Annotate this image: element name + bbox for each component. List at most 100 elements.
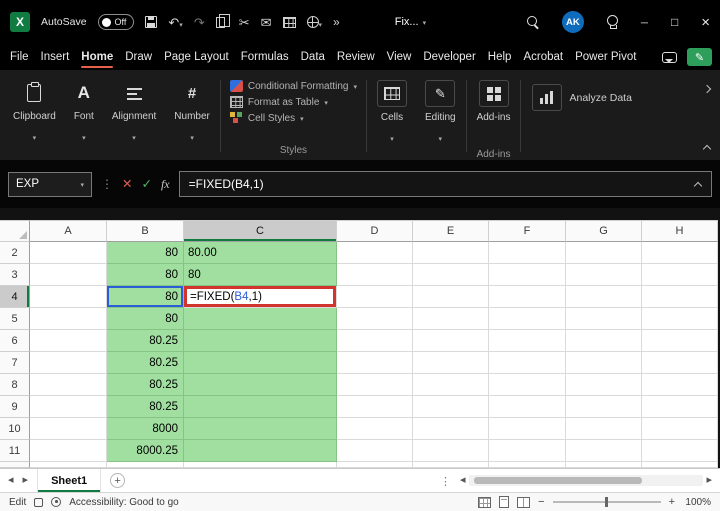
row-header[interactable]: 5 xyxy=(0,308,30,330)
share-button[interactable] xyxy=(687,48,712,66)
expand-formula-bar-icon[interactable] xyxy=(694,182,702,190)
globe-button[interactable] xyxy=(307,16,323,29)
cell[interactable] xyxy=(184,308,337,330)
tab-bar-handle-icon[interactable] xyxy=(440,472,451,490)
row-header[interactable]: 4 xyxy=(0,286,30,308)
more-commands-icon[interactable] xyxy=(333,16,340,28)
document-title[interactable]: Fix... xyxy=(395,16,426,28)
cell[interactable] xyxy=(184,352,337,374)
active-edit-cell-c4[interactable]: =FIXED(B4,1) xyxy=(184,286,337,308)
cell[interactable] xyxy=(30,396,107,418)
row-header[interactable]: 3 xyxy=(0,264,30,286)
tab-insert[interactable]: Insert xyxy=(35,44,76,70)
cell[interactable] xyxy=(642,242,718,264)
horizontal-scrollbar[interactable] xyxy=(460,475,712,486)
tab-review[interactable]: Review xyxy=(331,44,381,70)
cell[interactable]: 80.00 xyxy=(184,242,337,264)
cell[interactable] xyxy=(413,286,489,308)
column-header-d[interactable]: D xyxy=(337,220,413,242)
tab-view[interactable]: View xyxy=(381,44,418,70)
cell[interactable] xyxy=(30,418,107,440)
lightbulb-icon[interactable] xyxy=(607,15,618,29)
tab-data[interactable]: Data xyxy=(295,44,331,70)
column-header-a[interactable]: A xyxy=(30,220,107,242)
cell[interactable] xyxy=(184,330,337,352)
sheet-nav-right-icon[interactable] xyxy=(23,475,29,486)
cell[interactable] xyxy=(413,396,489,418)
cell[interactable] xyxy=(413,352,489,374)
tab-file[interactable]: File xyxy=(4,44,35,70)
tab-page-layout[interactable]: Page Layout xyxy=(158,44,235,70)
row-header[interactable]: 7 xyxy=(0,352,30,374)
tab-home[interactable]: Home xyxy=(75,44,119,70)
cell[interactable] xyxy=(30,440,107,462)
column-header-f[interactable]: F xyxy=(489,220,566,242)
cell[interactable] xyxy=(642,440,718,462)
cell[interactable] xyxy=(566,374,642,396)
cell[interactable] xyxy=(566,396,642,418)
sheet-tab[interactable]: Sheet1 xyxy=(37,469,101,492)
macro-record-icon[interactable] xyxy=(34,498,43,507)
ribbon-group-addins[interactable]: Add-ins Add-ins xyxy=(468,72,520,160)
mail-icon[interactable] xyxy=(261,16,272,29)
scroll-left-icon[interactable] xyxy=(460,475,466,486)
row-header[interactable]: 9 xyxy=(0,396,30,418)
referenced-cell-b4[interactable]: 80 xyxy=(107,286,184,308)
cell[interactable] xyxy=(413,242,489,264)
cell[interactable] xyxy=(642,374,718,396)
cell[interactable] xyxy=(30,330,107,352)
cell[interactable] xyxy=(489,396,566,418)
cell[interactable] xyxy=(489,242,566,264)
cell[interactable] xyxy=(642,264,718,286)
row-header[interactable]: 10 xyxy=(0,418,30,440)
ribbon-scroll-right-icon[interactable] xyxy=(703,85,711,93)
cancel-button[interactable]: ✕ xyxy=(122,178,132,191)
cell[interactable] xyxy=(30,308,107,330)
zoom-level[interactable]: 100% xyxy=(683,497,711,508)
name-box[interactable]: EXP xyxy=(8,172,92,197)
cell[interactable] xyxy=(337,242,413,264)
cell[interactable] xyxy=(642,418,718,440)
formula-input[interactable]: =FIXED(B4,1) xyxy=(179,171,712,197)
cell[interactable] xyxy=(184,374,337,396)
cell[interactable] xyxy=(566,264,642,286)
cell-styles-button[interactable]: Cell Styles xyxy=(230,112,304,124)
cell[interactable] xyxy=(184,418,337,440)
cut-icon[interactable] xyxy=(239,16,250,29)
cell[interactable]: 80.25 xyxy=(107,396,184,418)
cell[interactable] xyxy=(337,374,413,396)
column-header-h[interactable]: H xyxy=(642,220,718,242)
zoom-slider[interactable] xyxy=(553,501,661,503)
cell[interactable] xyxy=(489,308,566,330)
insert-function-button[interactable]: fx xyxy=(161,177,170,192)
row-header[interactable]: 8 xyxy=(0,374,30,396)
cell[interactable] xyxy=(413,330,489,352)
tab-formulas[interactable]: Formulas xyxy=(235,44,295,70)
minimize-button[interactable] xyxy=(641,16,648,29)
column-header-g[interactable]: G xyxy=(566,220,642,242)
tab-help[interactable]: Help xyxy=(482,44,518,70)
cell[interactable] xyxy=(413,264,489,286)
row-header[interactable]: 2 xyxy=(0,242,30,264)
cell[interactable]: 80.25 xyxy=(107,330,184,352)
conditional-formatting-button[interactable]: Conditional Formatting xyxy=(230,80,357,92)
cell[interactable] xyxy=(642,308,718,330)
page-break-view-icon[interactable] xyxy=(517,497,530,508)
ribbon-group-clipboard[interactable]: Clipboard xyxy=(4,72,65,160)
cell[interactable] xyxy=(489,330,566,352)
cell[interactable] xyxy=(566,242,642,264)
cell[interactable] xyxy=(642,396,718,418)
zoom-in-icon[interactable] xyxy=(669,496,675,508)
cell[interactable]: 8000.25 xyxy=(107,440,184,462)
row-header[interactable]: 6 xyxy=(0,330,30,352)
cell[interactable] xyxy=(184,440,337,462)
sheet-nav-left-icon[interactable] xyxy=(8,475,14,486)
cell[interactable]: 80 xyxy=(107,308,184,330)
cell[interactable] xyxy=(30,286,107,308)
cell[interactable]: 80.25 xyxy=(107,374,184,396)
cell[interactable] xyxy=(489,374,566,396)
cell[interactable] xyxy=(413,418,489,440)
save-icon[interactable] xyxy=(145,16,157,28)
cell[interactable] xyxy=(642,330,718,352)
normal-view-icon[interactable] xyxy=(478,497,491,508)
